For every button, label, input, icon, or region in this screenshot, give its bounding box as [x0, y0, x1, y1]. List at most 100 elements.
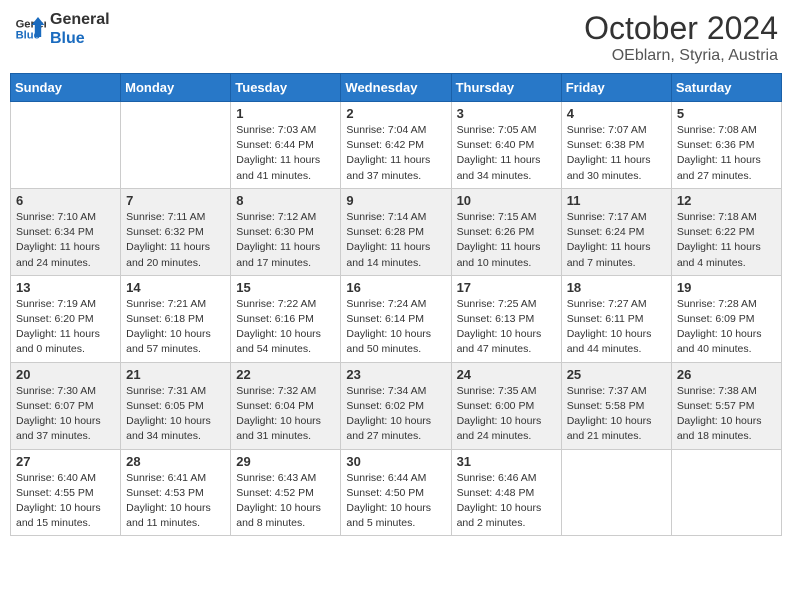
calendar-week-5: 27 Sunrise: 6:40 AMSunset: 4:55 PMDaylig… — [11, 449, 782, 536]
day-info: Sunrise: 7:28 AMSunset: 6:09 PMDaylight:… — [677, 298, 762, 356]
day-number: 27 — [16, 454, 115, 469]
day-info: Sunrise: 7:27 AMSunset: 6:11 PMDaylight:… — [567, 298, 652, 356]
day-info: Sunrise: 7:18 AMSunset: 6:22 PMDaylight:… — [677, 211, 761, 269]
page-header: General Blue General Blue October 2024 O… — [10, 10, 782, 65]
day-info: Sunrise: 6:46 AMSunset: 4:48 PMDaylight:… — [457, 472, 542, 530]
calendar-cell: 21 Sunrise: 7:31 AMSunset: 6:05 PMDaylig… — [121, 362, 231, 449]
day-number: 11 — [567, 193, 666, 208]
day-number: 22 — [236, 367, 335, 382]
day-number: 15 — [236, 280, 335, 295]
day-number: 13 — [16, 280, 115, 295]
weekday-monday: Monday — [121, 74, 231, 102]
day-number: 19 — [677, 280, 776, 295]
day-info: Sunrise: 6:44 AMSunset: 4:50 PMDaylight:… — [346, 472, 431, 530]
day-info: Sunrise: 7:19 AMSunset: 6:20 PMDaylight:… — [16, 298, 100, 356]
location-title: OEblarn, Styria, Austria — [584, 47, 778, 65]
day-number: 10 — [457, 193, 556, 208]
day-info: Sunrise: 6:40 AMSunset: 4:55 PMDaylight:… — [16, 472, 101, 530]
day-info: Sunrise: 7:30 AMSunset: 6:07 PMDaylight:… — [16, 385, 101, 443]
day-info: Sunrise: 6:41 AMSunset: 4:53 PMDaylight:… — [126, 472, 211, 530]
calendar-cell: 31 Sunrise: 6:46 AMSunset: 4:48 PMDaylig… — [451, 449, 561, 536]
calendar-cell: 17 Sunrise: 7:25 AMSunset: 6:13 PMDaylig… — [451, 275, 561, 362]
calendar-cell: 7 Sunrise: 7:11 AMSunset: 6:32 PMDayligh… — [121, 188, 231, 275]
calendar-cell: 19 Sunrise: 7:28 AMSunset: 6:09 PMDaylig… — [671, 275, 781, 362]
day-number: 25 — [567, 367, 666, 382]
logo-icon: General Blue — [14, 13, 46, 45]
calendar-cell: 20 Sunrise: 7:30 AMSunset: 6:07 PMDaylig… — [11, 362, 121, 449]
day-info: Sunrise: 7:38 AMSunset: 5:57 PMDaylight:… — [677, 385, 762, 443]
calendar-cell: 22 Sunrise: 7:32 AMSunset: 6:04 PMDaylig… — [231, 362, 341, 449]
calendar-cell — [11, 102, 121, 189]
calendar-cell: 2 Sunrise: 7:04 AMSunset: 6:42 PMDayligh… — [341, 102, 451, 189]
calendar-cell: 28 Sunrise: 6:41 AMSunset: 4:53 PMDaylig… — [121, 449, 231, 536]
day-info: Sunrise: 6:43 AMSunset: 4:52 PMDaylight:… — [236, 472, 321, 530]
calendar-body: 1 Sunrise: 7:03 AMSunset: 6:44 PMDayligh… — [11, 102, 782, 536]
day-info: Sunrise: 7:08 AMSunset: 6:36 PMDaylight:… — [677, 124, 761, 182]
day-number: 31 — [457, 454, 556, 469]
weekday-friday: Friday — [561, 74, 671, 102]
day-number: 18 — [567, 280, 666, 295]
day-info: Sunrise: 7:12 AMSunset: 6:30 PMDaylight:… — [236, 211, 320, 269]
month-title: October 2024 — [584, 10, 778, 47]
day-info: Sunrise: 7:05 AMSunset: 6:40 PMDaylight:… — [457, 124, 541, 182]
calendar-cell: 29 Sunrise: 6:43 AMSunset: 4:52 PMDaylig… — [231, 449, 341, 536]
calendar-cell — [561, 449, 671, 536]
day-info: Sunrise: 7:03 AMSunset: 6:44 PMDaylight:… — [236, 124, 320, 182]
day-number: 14 — [126, 280, 225, 295]
calendar-cell: 3 Sunrise: 7:05 AMSunset: 6:40 PMDayligh… — [451, 102, 561, 189]
weekday-saturday: Saturday — [671, 74, 781, 102]
day-number: 28 — [126, 454, 225, 469]
calendar-week-2: 6 Sunrise: 7:10 AMSunset: 6:34 PMDayligh… — [11, 188, 782, 275]
calendar-cell: 6 Sunrise: 7:10 AMSunset: 6:34 PMDayligh… — [11, 188, 121, 275]
day-info: Sunrise: 7:04 AMSunset: 6:42 PMDaylight:… — [346, 124, 430, 182]
logo-line2: Blue — [50, 29, 110, 48]
day-number: 5 — [677, 106, 776, 121]
day-info: Sunrise: 7:14 AMSunset: 6:28 PMDaylight:… — [346, 211, 430, 269]
day-number: 17 — [457, 280, 556, 295]
day-number: 30 — [346, 454, 445, 469]
day-info: Sunrise: 7:07 AMSunset: 6:38 PMDaylight:… — [567, 124, 651, 182]
logo: General Blue General Blue — [14, 10, 110, 48]
day-info: Sunrise: 7:34 AMSunset: 6:02 PMDaylight:… — [346, 385, 431, 443]
calendar-cell: 25 Sunrise: 7:37 AMSunset: 5:58 PMDaylig… — [561, 362, 671, 449]
day-number: 23 — [346, 367, 445, 382]
calendar-cell: 8 Sunrise: 7:12 AMSunset: 6:30 PMDayligh… — [231, 188, 341, 275]
weekday-sunday: Sunday — [11, 74, 121, 102]
calendar-cell: 4 Sunrise: 7:07 AMSunset: 6:38 PMDayligh… — [561, 102, 671, 189]
day-number: 29 — [236, 454, 335, 469]
calendar-cell: 26 Sunrise: 7:38 AMSunset: 5:57 PMDaylig… — [671, 362, 781, 449]
day-number: 1 — [236, 106, 335, 121]
calendar-cell: 9 Sunrise: 7:14 AMSunset: 6:28 PMDayligh… — [341, 188, 451, 275]
title-block: October 2024 OEblarn, Styria, Austria — [584, 10, 778, 65]
calendar-week-3: 13 Sunrise: 7:19 AMSunset: 6:20 PMDaylig… — [11, 275, 782, 362]
day-info: Sunrise: 7:35 AMSunset: 6:00 PMDaylight:… — [457, 385, 542, 443]
day-number: 9 — [346, 193, 445, 208]
day-number: 12 — [677, 193, 776, 208]
day-info: Sunrise: 7:17 AMSunset: 6:24 PMDaylight:… — [567, 211, 651, 269]
calendar-cell: 12 Sunrise: 7:18 AMSunset: 6:22 PMDaylig… — [671, 188, 781, 275]
calendar-cell: 27 Sunrise: 6:40 AMSunset: 4:55 PMDaylig… — [11, 449, 121, 536]
weekday-wednesday: Wednesday — [341, 74, 451, 102]
calendar-cell: 23 Sunrise: 7:34 AMSunset: 6:02 PMDaylig… — [341, 362, 451, 449]
day-info: Sunrise: 7:32 AMSunset: 6:04 PMDaylight:… — [236, 385, 321, 443]
calendar-cell: 11 Sunrise: 7:17 AMSunset: 6:24 PMDaylig… — [561, 188, 671, 275]
day-number: 16 — [346, 280, 445, 295]
day-number: 6 — [16, 193, 115, 208]
day-info: Sunrise: 7:22 AMSunset: 6:16 PMDaylight:… — [236, 298, 321, 356]
calendar-cell: 14 Sunrise: 7:21 AMSunset: 6:18 PMDaylig… — [121, 275, 231, 362]
day-info: Sunrise: 7:10 AMSunset: 6:34 PMDaylight:… — [16, 211, 100, 269]
day-info: Sunrise: 7:25 AMSunset: 6:13 PMDaylight:… — [457, 298, 542, 356]
day-number: 26 — [677, 367, 776, 382]
day-number: 21 — [126, 367, 225, 382]
calendar-cell: 18 Sunrise: 7:27 AMSunset: 6:11 PMDaylig… — [561, 275, 671, 362]
day-info: Sunrise: 7:11 AMSunset: 6:32 PMDaylight:… — [126, 211, 210, 269]
calendar-cell: 13 Sunrise: 7:19 AMSunset: 6:20 PMDaylig… — [11, 275, 121, 362]
calendar-cell: 30 Sunrise: 6:44 AMSunset: 4:50 PMDaylig… — [341, 449, 451, 536]
calendar-cell: 15 Sunrise: 7:22 AMSunset: 6:16 PMDaylig… — [231, 275, 341, 362]
day-info: Sunrise: 7:31 AMSunset: 6:05 PMDaylight:… — [126, 385, 211, 443]
day-info: Sunrise: 7:15 AMSunset: 6:26 PMDaylight:… — [457, 211, 541, 269]
weekday-tuesday: Tuesday — [231, 74, 341, 102]
day-number: 7 — [126, 193, 225, 208]
calendar-week-4: 20 Sunrise: 7:30 AMSunset: 6:07 PMDaylig… — [11, 362, 782, 449]
day-number: 4 — [567, 106, 666, 121]
